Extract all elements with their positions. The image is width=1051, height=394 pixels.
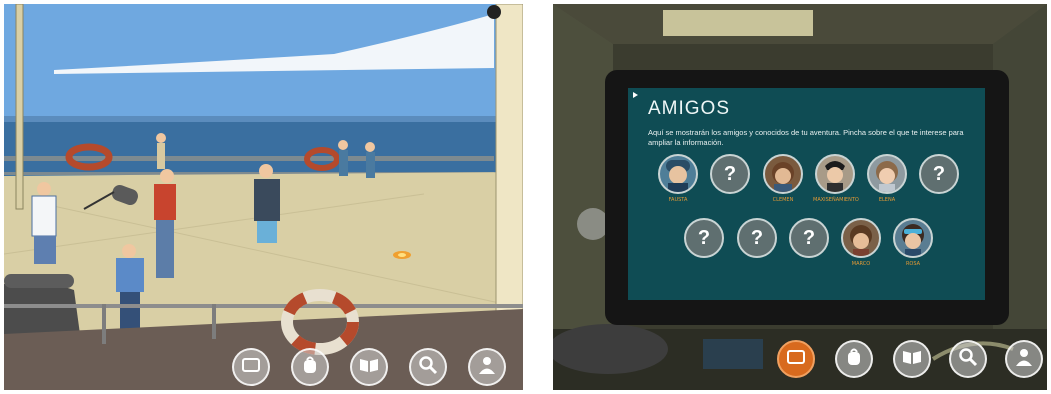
friend-portrait xyxy=(867,154,907,194)
unknown-friend-icon: ? xyxy=(684,218,724,258)
play-indicator-icon xyxy=(633,92,638,98)
friend-card-locked[interactable]: ? xyxy=(682,218,726,258)
friend-card-locked[interactable]: ? xyxy=(787,218,831,258)
friend-card-locked[interactable]: ? xyxy=(708,154,752,194)
unknown-friend-icon: ? xyxy=(710,154,750,194)
game-scene-ship-deck xyxy=(4,4,523,390)
profile-button[interactable] xyxy=(1005,340,1043,378)
friend-card[interactable]: FAUSTA xyxy=(656,154,700,203)
book-icon xyxy=(900,345,924,373)
book-button[interactable] xyxy=(893,340,931,378)
book-icon xyxy=(357,353,381,381)
deck-scene-illustration xyxy=(4,4,523,390)
backpack-button[interactable] xyxy=(291,348,329,386)
magnifier-icon xyxy=(416,353,440,381)
friend-name: CLEMEN xyxy=(772,197,794,203)
profile-button[interactable] xyxy=(468,348,506,386)
game-scene-cabin-tablet: AMIGOS Aquí se mostrarán los amigos y co… xyxy=(553,4,1047,390)
friend-card[interactable]: ELENA xyxy=(865,154,909,203)
tablet-icon xyxy=(784,345,808,373)
friend-card-locked[interactable]: ? xyxy=(735,218,779,258)
friend-name: ROSA xyxy=(905,261,921,267)
tablet-button[interactable] xyxy=(232,348,270,386)
user-icon xyxy=(1012,345,1036,373)
friend-portrait xyxy=(763,154,803,194)
magnifier-icon xyxy=(956,345,980,373)
unknown-friend-icon: ? xyxy=(919,154,959,194)
tablet-icon xyxy=(239,353,263,381)
friend-card[interactable]: MARCO xyxy=(839,218,883,267)
friend-name: FAUSTA xyxy=(668,197,688,203)
unknown-friend-icon: ? xyxy=(789,218,829,258)
friend-card[interactable]: ROSA xyxy=(891,218,935,267)
user-icon xyxy=(475,353,499,381)
page-title: AMIGOS xyxy=(648,98,731,119)
unknown-friend-icon: ? xyxy=(737,218,777,258)
search-button[interactable] xyxy=(949,340,987,378)
friend-name: MARCO xyxy=(851,261,871,267)
friend-card-locked[interactable]: ? xyxy=(917,154,961,194)
friend-card[interactable]: CLEMEN xyxy=(761,154,805,203)
friend-card[interactable]: MAXISEÑAMIENTO xyxy=(813,154,859,203)
search-button[interactable] xyxy=(409,348,447,386)
book-button[interactable] xyxy=(350,348,388,386)
friend-portrait xyxy=(893,218,933,258)
backpack-icon xyxy=(842,345,866,373)
friend-name: ELENA xyxy=(878,197,896,203)
tablet-screen: AMIGOS Aquí se mostrarán los amigos y co… xyxy=(628,88,985,300)
backpack-icon xyxy=(298,353,322,381)
tablet-button[interactable] xyxy=(777,340,815,378)
friend-portrait xyxy=(815,154,855,194)
friend-portrait xyxy=(841,218,881,258)
page-description: Aquí se mostrarán los amigos y conocidos… xyxy=(648,128,964,147)
friend-portrait xyxy=(658,154,698,194)
backpack-button[interactable] xyxy=(835,340,873,378)
friend-name: MAXISEÑAMIENTO xyxy=(813,197,859,203)
tablet-device: AMIGOS Aquí se mostrarán los amigos y co… xyxy=(605,70,1009,325)
